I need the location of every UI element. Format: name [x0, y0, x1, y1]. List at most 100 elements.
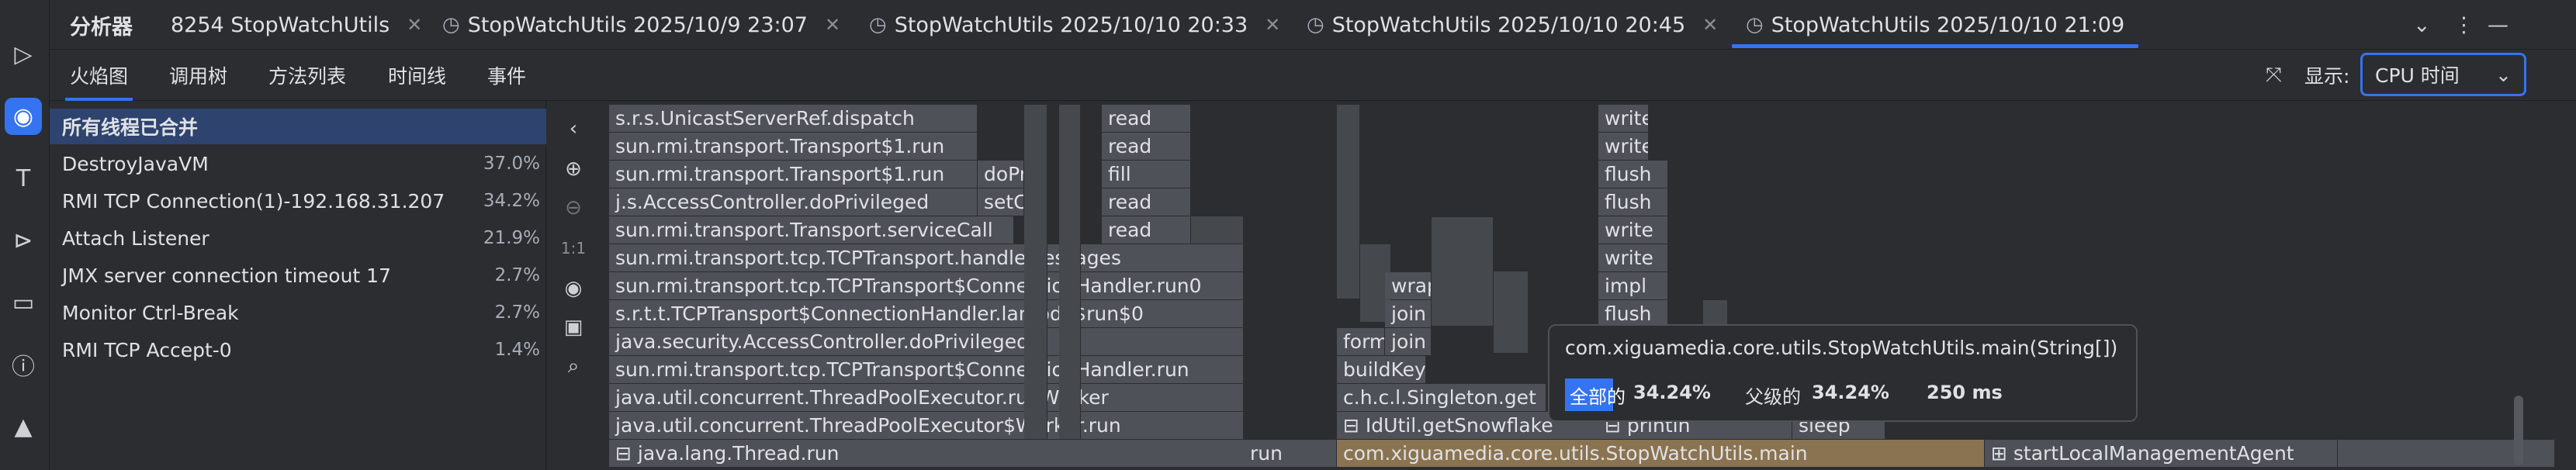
thread-name: 所有线程已合并 [62, 116, 199, 139]
thread-item[interactable]: Attach Listener 21.9% [50, 220, 546, 256]
flame-frame[interactable]: read [1102, 216, 1191, 244]
focus-icon[interactable]: ⤧ [2266, 50, 2282, 101]
tooltip-total-label: 全部的 [1570, 386, 1626, 408]
flame-frame[interactable]: sun.rmi.transport.tcp.TCPTransport$Conne… [609, 272, 1244, 299]
tab-timeline[interactable]: 时间线 [388, 50, 446, 101]
flame-frame[interactable]: wrap [1385, 272, 1432, 299]
zoom-in-icon[interactable]: ⊕ [555, 150, 592, 188]
flame-frame[interactable]: run [1244, 440, 1337, 467]
flame-frame[interactable]: write [1598, 216, 1668, 244]
tab-events[interactable]: 事件 [487, 50, 526, 101]
expand-icon: ⊟ [1343, 414, 1366, 437]
flame-frame[interactable]: sun.rmi.transport.tcp.TCPTransport.handl… [609, 244, 1244, 271]
flame-frame[interactable]: impl [1598, 272, 1668, 299]
zoom-out-icon[interactable]: ⊖ [555, 189, 592, 226]
problems-icon[interactable]: ⓘ [5, 346, 42, 383]
close-icon[interactable]: ✕ [1265, 14, 1280, 36]
thread-percent: 2.7% [494, 265, 540, 285]
display-label: 显示: [2304, 65, 2350, 88]
tooltip-method: com.xiguamedia.core.utils.StopWatchUtils… [1565, 337, 2118, 359]
flame-frame[interactable]: flush [1598, 300, 1668, 327]
flame-frame[interactable]: buildKey [1337, 356, 1426, 383]
flame-frame[interactable]: sun.rmi.transport.Transport.serviceCall [609, 216, 1014, 244]
tab-label: 分析器 [70, 15, 133, 40]
flame-frame[interactable]: java.util.concurrent.ThreadPoolExecutor$… [609, 412, 1244, 439]
close-icon[interactable]: ✕ [825, 14, 840, 36]
flame-frame-main[interactable]: com.xiguamedia.core.utils.StopWatchUtils… [1337, 440, 1985, 467]
thread-item[interactable]: 所有线程已合并 [50, 109, 546, 144]
thread-item[interactable]: RMI TCP Accept-0 1.4% [50, 332, 546, 368]
flame-frame[interactable]: sun.rmi.transport.tcp.TCPTransport$Conne… [609, 356, 1244, 383]
flame-frame[interactable] [1191, 216, 1244, 244]
tab-flame-graph[interactable]: 火焰图 [64, 50, 133, 101]
minimize-icon[interactable]: — [2488, 0, 2508, 50]
frame-label: java.lang.Thread.run [637, 442, 840, 465]
flame-frame[interactable]: join [1385, 328, 1432, 355]
tab-snapshot-1010-2045[interactable]: ◷ StopWatchUtils 2025/10/10 20:45 ✕ [1307, 0, 1718, 50]
flame-frame[interactable] [1024, 105, 1047, 439]
flame-frame[interactable]: join [1385, 300, 1432, 327]
tab-8254[interactable]: 8254 StopWatchUtils ✕ [171, 0, 422, 50]
collapse-chevron-icon[interactable]: ‹ [555, 110, 592, 147]
flame-frame[interactable] [1337, 105, 1360, 299]
flame-frame[interactable]: read [1102, 133, 1191, 160]
flame-frame[interactable]: c.h.c.l.Singleton.get [1337, 384, 1546, 411]
tab-snapshot-1010-2109[interactable]: ◷ StopWatchUtils 2025/10/10 21:09 [1731, 0, 2139, 50]
warning-icon[interactable]: ▲ [5, 408, 42, 445]
eye-icon[interactable]: ◉ [555, 270, 592, 307]
tab-profiler-title[interactable]: 分析器 [70, 0, 133, 50]
flame-frame[interactable]: form [1337, 328, 1385, 355]
more-options-icon[interactable]: ⋮ [2453, 0, 2474, 50]
flame-frame[interactable]: read [1102, 105, 1191, 132]
flame-frame[interactable]: read [1102, 188, 1191, 216]
camera-icon[interactable]: ▣ [555, 309, 592, 346]
close-icon[interactable]: ✕ [1702, 14, 1718, 36]
flame-frame[interactable]: java.util.concurrent.ThreadPoolExecutor.… [609, 384, 1244, 411]
tab-call-tree[interactable]: 调用树 [169, 50, 227, 101]
flame-frame[interactable]: sun.rmi.transport.Transport$1.run [609, 161, 978, 188]
vertical-scrollbar[interactable] [2514, 396, 2523, 465]
flame-frame[interactable]: s.r.t.t.TCPTransport$ConnectionHandler.l… [609, 300, 1244, 327]
flame-frame[interactable] [1059, 105, 1081, 439]
flame-frame[interactable]: flush [1598, 161, 1668, 188]
flame-frame[interactable]: fill [1102, 161, 1191, 188]
build-hammer-icon[interactable]: T [5, 160, 42, 197]
zoom-reset-button[interactable]: 1:1 [555, 230, 592, 267]
search-icon[interactable]: ⌕ [555, 347, 592, 385]
flame-frame[interactable]: sun.rmi.transport.Transport$1.run [609, 133, 978, 160]
thread-item[interactable]: Monitor Ctrl-Break 2.7% [50, 295, 546, 330]
tab-method-list[interactable]: 方法列表 [268, 50, 346, 101]
services-icon[interactable]: ⊳ [5, 222, 42, 259]
clock-icon: ◷ [1746, 13, 1764, 36]
flame-frame[interactable]: java.security.AccessController.doPrivile… [609, 328, 1244, 355]
tab-label: StopWatchUtils 2025/10/10 20:33 [894, 12, 1248, 37]
chevron-down-icon[interactable]: ⌄ [2413, 0, 2431, 50]
flame-frame[interactable]: doPr [978, 161, 1024, 188]
flame-frame[interactable]: s.r.s.UnicastServerRef.dispatch [609, 105, 978, 132]
run-icon[interactable]: ▷ [5, 36, 42, 73]
thread-item[interactable]: DestroyJavaVM 37.0% [50, 146, 546, 181]
tab-snapshot-1010-2033[interactable]: ◷ StopWatchUtils 2025/10/10 20:33 ✕ [869, 0, 1280, 50]
tab-snapshot-1009-2307[interactable]: ◷ StopWatchUtils 2025/10/9 23:07 ✕ [442, 0, 840, 50]
flame-frame[interactable]: j.s.AccessController.doPrivileged [609, 188, 978, 216]
close-icon[interactable]: ✕ [407, 14, 422, 36]
chevron-down-icon: ⌄ [2495, 63, 2512, 86]
flame-frame[interactable] [1432, 217, 1494, 326]
terminal-icon[interactable]: ▭ [5, 284, 42, 321]
tab-label: StopWatchUtils 2025/10/10 21:09 [1771, 12, 2125, 37]
flame-frame[interactable] [1494, 271, 1529, 353]
flame-frame[interactable]: flush [1598, 188, 1668, 216]
display-mode-select[interactable]: CPU 时间 ⌄ [2360, 53, 2526, 96]
frame-label: IdUtil.getSnowflake [1365, 414, 1553, 437]
flame-frame[interactable]: ⊟ java.lang.Thread.run [609, 440, 1319, 467]
tooltip-parent-label: 父级的 [1745, 386, 1801, 408]
profiler-icon[interactable]: ◉ [5, 98, 42, 135]
thread-item[interactable]: RMI TCP Connection(1)-192.168.31.207 34.2… [50, 183, 546, 219]
flame-frame[interactable]: write [1598, 244, 1668, 271]
flame-frame[interactable]: setC [978, 188, 1024, 216]
flame-frame[interactable]: ⊞ startLocalManagementAgent [1985, 440, 2338, 467]
flame-frame[interactable]: write [1598, 133, 1649, 160]
flame-frame[interactable]: write [1598, 105, 1649, 132]
thread-item[interactable]: JMX server connection timeout 17 2.7% [50, 257, 546, 293]
flame-frame[interactable] [1703, 300, 1728, 327]
